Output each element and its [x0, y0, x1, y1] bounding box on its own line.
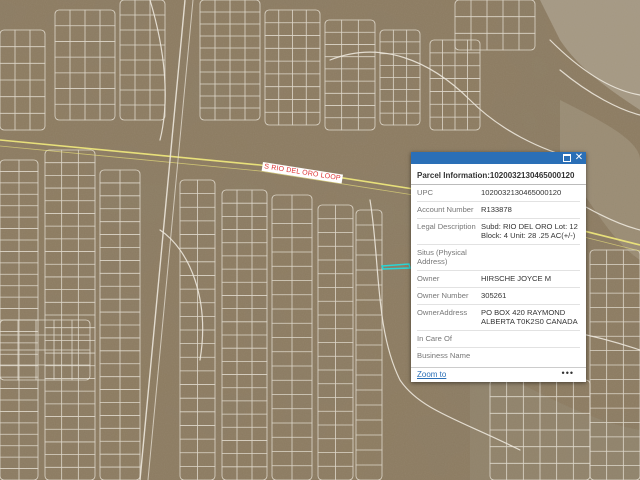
selected-parcel-highlight — [381, 263, 411, 270]
field-row-account-number: Account Number R133878 — [417, 202, 580, 219]
field-value: HIRSCHE JOYCE M — [481, 274, 552, 283]
more-actions-button[interactable]: ••• — [562, 368, 574, 378]
field-value — [481, 351, 580, 360]
popup-title: Parcel Information:1020032130465000120 — [411, 164, 586, 185]
field-label: Legal Description — [417, 222, 476, 231]
close-icon[interactable]: ✕ — [573, 152, 585, 164]
field-value: 305261 — [481, 291, 507, 300]
field-label: Owner — [417, 274, 440, 283]
field-row-business-name: Business Name — [417, 348, 580, 364]
field-label: In Care Of — [417, 334, 453, 343]
field-row-owner: Owner HIRSCHE JOYCE M — [417, 271, 580, 288]
parcel-popup: ✕ Parcel Information:1020032130465000120… — [411, 152, 586, 382]
field-label: Business Name — [417, 351, 471, 360]
popup-body[interactable]: UPC 1020032130465000120 Account Number R… — [411, 185, 586, 364]
field-row-owner-address: OwnerAddress PO BOX 420 RAYMOND ALBERTA … — [417, 305, 580, 331]
popup-header: ✕ — [411, 152, 586, 164]
field-label: OwnerAddress — [417, 308, 468, 317]
popup-footer: Zoom to ••• — [411, 367, 586, 382]
field-value: Subd: RIO DEL ORO Lot: 12 Block: 4 Unit:… — [481, 222, 578, 240]
field-value — [481, 334, 580, 343]
field-row-in-care-of: In Care Of — [417, 331, 580, 348]
field-label: UPC — [417, 188, 434, 197]
field-row-owner-number: Owner Number 305261 — [417, 288, 580, 305]
field-value — [481, 248, 580, 266]
field-label: Owner Number — [417, 291, 469, 300]
field-row-upc: UPC 1020032130465000120 — [417, 185, 580, 202]
field-label: Situs (Physical Address) — [417, 248, 467, 266]
field-value: R133878 — [481, 205, 512, 214]
field-row-situs: Situs (Physical Address) — [417, 245, 580, 271]
field-label: Account Number — [417, 205, 474, 214]
field-row-legal-description: Legal Description Subd: RIO DEL ORO Lot:… — [417, 219, 580, 245]
zoom-to-link[interactable]: Zoom to — [417, 370, 446, 379]
maximize-icon[interactable] — [561, 152, 573, 164]
field-value: PO BOX 420 RAYMOND ALBERTA T0K2S0 CANADA — [481, 308, 578, 326]
field-value: 1020032130465000120 — [481, 188, 562, 197]
